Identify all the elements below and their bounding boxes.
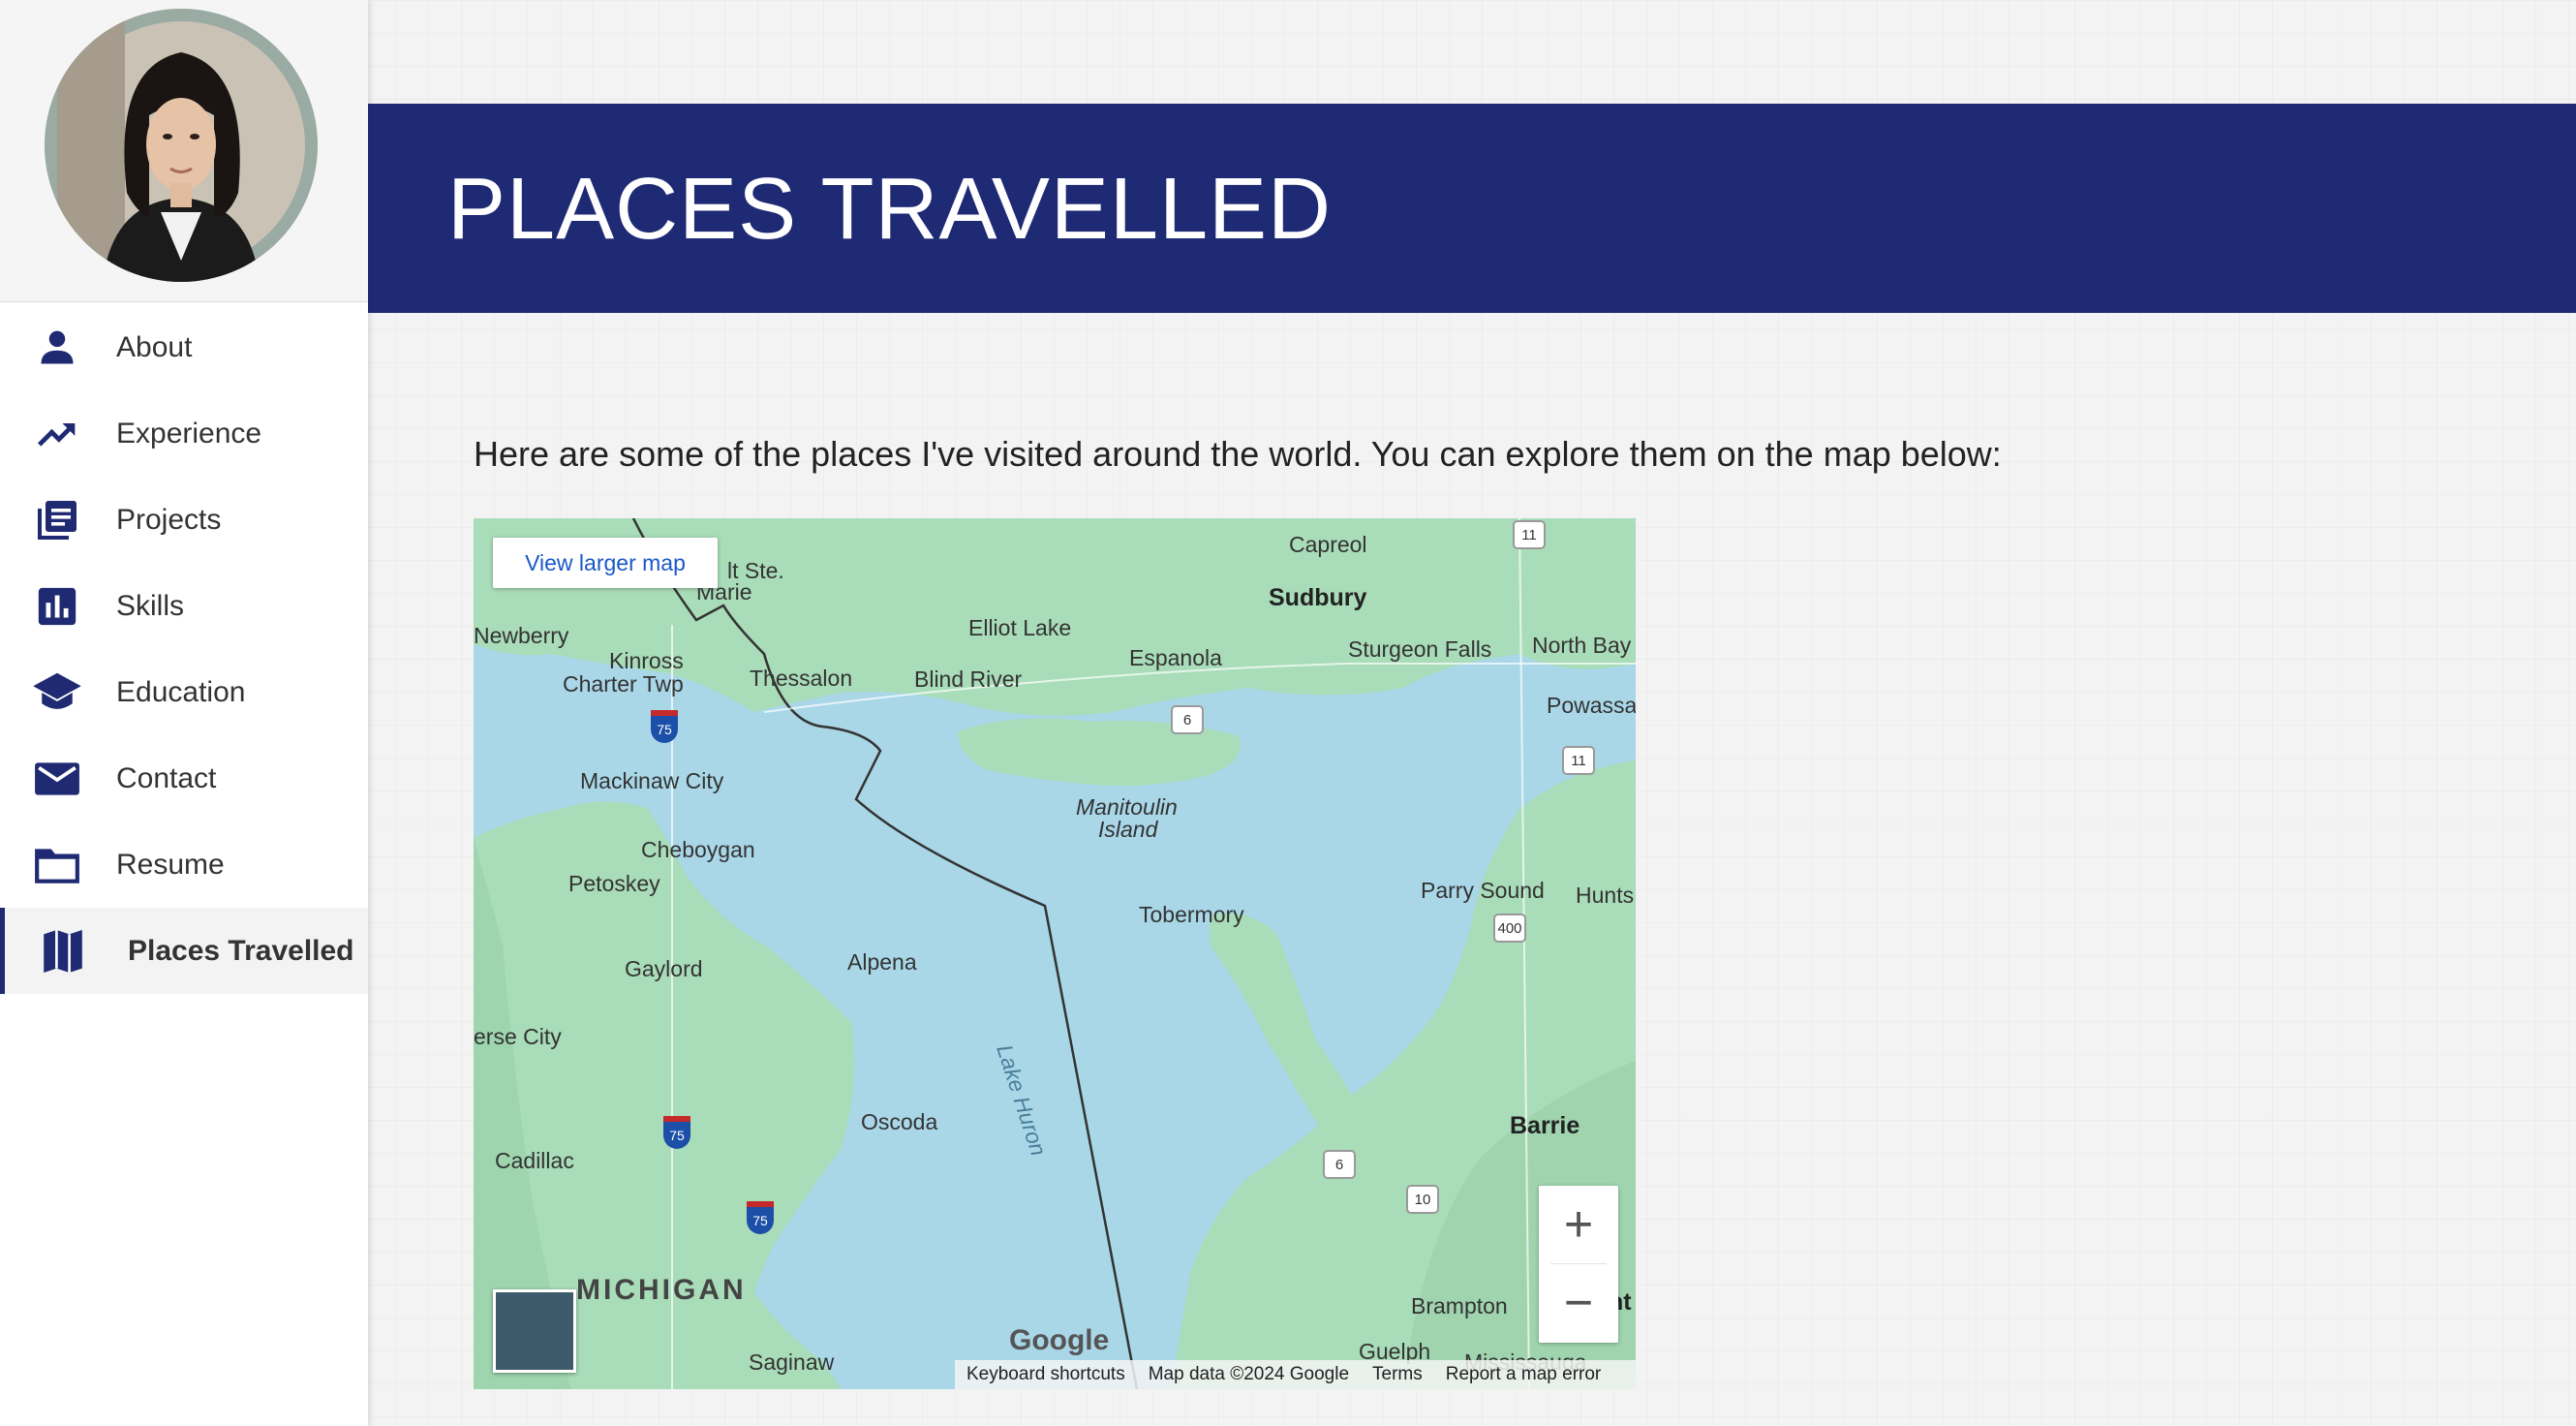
map-label: Barrie bbox=[1510, 1112, 1580, 1139]
embedded-map[interactable]: Capreol Sudbury lt Ste. Marie Newberry E… bbox=[474, 518, 1636, 1389]
map-label: Sturgeon Falls bbox=[1348, 636, 1492, 662]
mail-icon bbox=[31, 753, 83, 805]
map-label: Hunts bbox=[1576, 883, 1635, 908]
map-label: Cheboygan bbox=[641, 837, 755, 862]
map-label: Mackinaw City bbox=[580, 768, 724, 793]
interstate-shield: 75 bbox=[663, 1116, 690, 1149]
sidebar-item-label: Education bbox=[116, 675, 246, 708]
highway-shield: 6 bbox=[1323, 1150, 1356, 1179]
sidebar: About Experience Projects Skills Educati… bbox=[0, 0, 368, 1426]
zoom-in-button[interactable]: + bbox=[1539, 1186, 1618, 1263]
map-label: Sudbury bbox=[1269, 584, 1367, 611]
sidebar-item-label: Resume bbox=[116, 848, 225, 881]
map-label: erse City bbox=[474, 1024, 562, 1049]
folder-icon bbox=[31, 839, 83, 891]
interstate-shield: 75 bbox=[747, 1201, 774, 1234]
keyboard-shortcuts-link[interactable]: Keyboard shortcuts bbox=[966, 1364, 1125, 1385]
view-larger-map-button[interactable]: View larger map bbox=[493, 538, 718, 588]
sidebar-item-experience[interactable]: Experience bbox=[0, 390, 368, 477]
report-error-link[interactable]: Report a map error bbox=[1446, 1364, 1602, 1385]
highway-shield: 400 bbox=[1493, 914, 1526, 943]
map-label: Tobermory bbox=[1139, 902, 1244, 927]
interstate-shield: 75 bbox=[651, 710, 678, 743]
map-data-text: Map data ©2024 Google bbox=[1148, 1364, 1350, 1384]
sidebar-item-skills[interactable]: Skills bbox=[0, 563, 368, 649]
highway-shield: 6 bbox=[1171, 705, 1204, 734]
map-label: Charter Twp bbox=[563, 671, 684, 697]
intro-text: Here are some of the places I've visited… bbox=[474, 434, 2002, 474]
map-label: North Bay bbox=[1532, 633, 1632, 658]
map-label: Petoskey bbox=[568, 871, 660, 896]
map-label: Thessalon bbox=[750, 666, 853, 691]
sidebar-item-contact[interactable]: Contact bbox=[0, 735, 368, 822]
zoom-control: + − bbox=[1539, 1186, 1618, 1343]
map-label: Newberry bbox=[474, 623, 569, 648]
bar-chart-icon bbox=[31, 580, 83, 633]
map-label: Oscoda bbox=[861, 1109, 938, 1134]
map-label: Saginaw bbox=[749, 1349, 835, 1375]
sidebar-item-about[interactable]: About bbox=[0, 304, 368, 390]
map-icon bbox=[37, 925, 89, 977]
map-label: Powassa bbox=[1547, 693, 1636, 718]
person-icon bbox=[31, 322, 83, 374]
map-label: Blind River bbox=[914, 666, 1023, 692]
sidebar-item-label: Contact bbox=[116, 761, 217, 794]
page-title: PLACES TRAVELLED bbox=[447, 161, 1333, 258]
sidebar-item-label: About bbox=[116, 330, 193, 363]
highway-shield: 11 bbox=[1513, 520, 1546, 549]
map-label: Brampton bbox=[1411, 1293, 1508, 1318]
map-label: Capreol bbox=[1289, 532, 1367, 557]
highway-shield: 11 bbox=[1562, 746, 1595, 775]
terms-link[interactable]: Terms bbox=[1372, 1364, 1423, 1385]
trending-up-icon bbox=[31, 408, 83, 460]
map-footer: Keyboard shortcuts Map data ©2024 Google… bbox=[955, 1360, 1636, 1389]
sidebar-item-places-travelled[interactable]: Places Travelled bbox=[0, 908, 368, 994]
map-label: Alpena bbox=[847, 949, 917, 975]
sidebar-item-resume[interactable]: Resume bbox=[0, 822, 368, 908]
document-stack-icon bbox=[31, 494, 83, 546]
map-label: Parry Sound bbox=[1421, 878, 1545, 903]
map-label: Elliot Lake bbox=[968, 615, 1072, 640]
page-header: PLACES TRAVELLED bbox=[368, 104, 2576, 313]
avatar bbox=[45, 9, 318, 282]
profile-header bbox=[0, 0, 368, 302]
graduation-cap-icon bbox=[31, 666, 83, 719]
sidebar-item-label: Projects bbox=[116, 503, 222, 536]
map-label: Gaylord bbox=[625, 956, 703, 981]
google-logo: Google bbox=[1009, 1324, 1110, 1356]
sidebar-item-projects[interactable]: Projects bbox=[0, 477, 368, 563]
map-label: MICHIGAN bbox=[576, 1274, 747, 1306]
sidebar-item-label: Places Travelled bbox=[128, 934, 354, 967]
sidebar-item-label: Experience bbox=[116, 417, 262, 450]
map-label: Kinross bbox=[609, 648, 684, 673]
sidebar-item-education[interactable]: Education bbox=[0, 649, 368, 735]
highway-shield: 10 bbox=[1406, 1185, 1439, 1214]
sidebar-item-label: Skills bbox=[116, 589, 185, 622]
zoom-out-button[interactable]: − bbox=[1539, 1264, 1618, 1342]
map-label: Island bbox=[1098, 817, 1158, 842]
map-label: Espanola bbox=[1129, 645, 1222, 670]
satellite-toggle[interactable] bbox=[493, 1289, 576, 1373]
map-label: Cadillac bbox=[495, 1148, 574, 1173]
